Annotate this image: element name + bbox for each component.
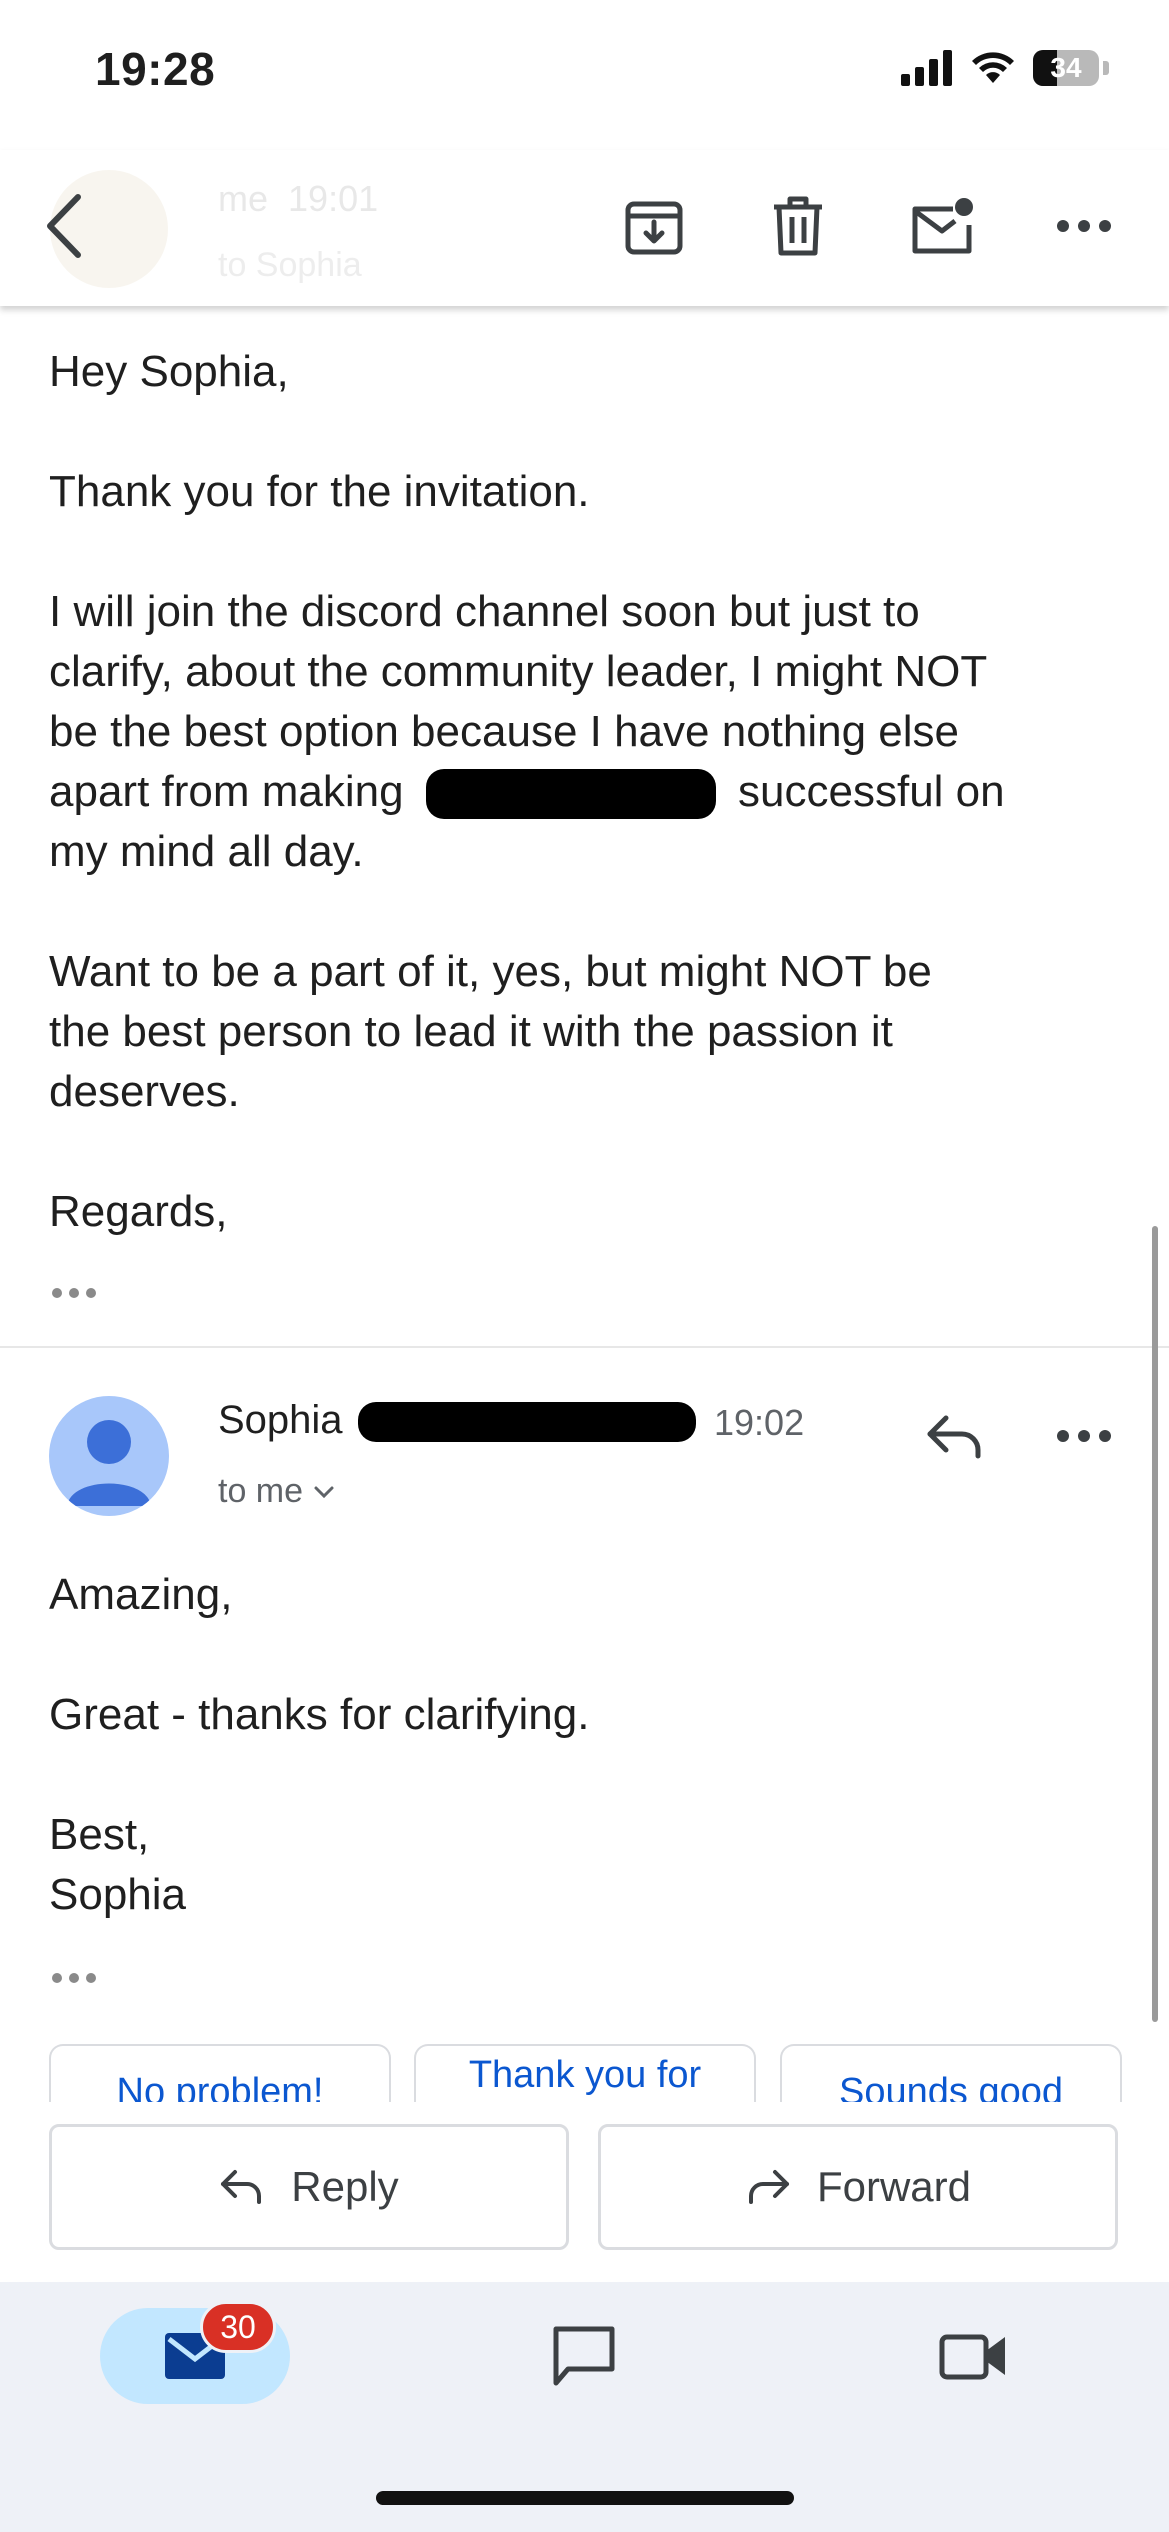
trash-icon bbox=[774, 196, 822, 256]
status-icons: 34 bbox=[901, 50, 1109, 86]
paragraph-line: be the best option because I have nothin… bbox=[49, 707, 960, 756]
smart-reply-chip[interactable]: Sounds good bbox=[780, 2044, 1122, 2102]
chat-icon bbox=[553, 2326, 615, 2386]
sender-name: Sophia bbox=[218, 1398, 696, 1443]
back-button[interactable] bbox=[28, 190, 100, 262]
message-body: Hey Sophia, Thank you for the invitation… bbox=[49, 342, 1129, 1242]
chevron-down-icon bbox=[314, 1486, 334, 1498]
signature: Sophia bbox=[49, 1870, 187, 1919]
message-more-button[interactable] bbox=[1048, 1410, 1120, 1462]
person-icon bbox=[67, 1420, 151, 1506]
nav-meet[interactable] bbox=[934, 2320, 1014, 2392]
reply-quick-button[interactable] bbox=[918, 1400, 990, 1472]
home-indicator[interactable] bbox=[376, 2491, 794, 2505]
redaction-mark bbox=[425, 769, 716, 820]
recipient-toggle[interactable]: to me bbox=[218, 1472, 335, 1511]
collapsed-recipient: to Sophia bbox=[218, 246, 362, 284]
battery-icon: 34 bbox=[1033, 50, 1099, 86]
avatar[interactable] bbox=[49, 1396, 169, 1516]
nav-chat[interactable] bbox=[544, 2320, 624, 2392]
paragraph-line: Want to be a part of it, yes, but might … bbox=[49, 947, 932, 996]
cellular-signal-icon bbox=[901, 50, 952, 86]
mark-unread-button[interactable] bbox=[906, 190, 978, 262]
message-toolbar: me 19:01 to Sophia bbox=[0, 150, 1169, 306]
greeting: Hey Sophia, bbox=[49, 347, 289, 396]
forward-icon bbox=[748, 2170, 789, 2204]
paragraph: Thank you for the invitation. bbox=[49, 467, 590, 516]
redaction-mark bbox=[357, 1402, 696, 1443]
smart-reply-chip[interactable]: Thank you for bbox=[414, 2044, 756, 2102]
divider bbox=[0, 1346, 1169, 1348]
paragraph-line: I will join the discord channel soon but… bbox=[49, 587, 920, 636]
more-options-button[interactable] bbox=[1048, 190, 1120, 262]
message-body: Amazing, Great - thanks for clarifying. … bbox=[49, 1565, 1129, 1925]
reply-button[interactable]: Reply bbox=[49, 2124, 569, 2250]
status-time: 19:28 bbox=[95, 43, 216, 95]
collapsed-sender: me 19:01 bbox=[218, 178, 379, 219]
paragraph: Great - thanks for clarifying. bbox=[49, 1690, 590, 1739]
archive-icon bbox=[625, 201, 683, 255]
greeting: Amazing, bbox=[49, 1570, 233, 1619]
show-trimmed-button[interactable] bbox=[52, 1283, 112, 1303]
unread-count-badge: 30 bbox=[200, 2301, 276, 2353]
back-arrow-icon bbox=[47, 194, 81, 258]
scrollbar[interactable] bbox=[1152, 1226, 1158, 2022]
show-trimmed-button[interactable] bbox=[52, 1968, 112, 1988]
forward-button[interactable]: Forward bbox=[598, 2124, 1118, 2250]
paragraph-line: the best person to lead it with the pass… bbox=[49, 1007, 893, 1056]
more-vert-icon bbox=[1057, 220, 1111, 232]
delete-button[interactable] bbox=[762, 190, 834, 262]
paragraph-line: apart from making successful on bbox=[49, 762, 1129, 822]
signoff: Best, bbox=[49, 1810, 150, 1859]
reply-icon bbox=[927, 1415, 981, 1459]
more-vert-icon bbox=[1057, 1430, 1111, 1442]
video-camera-icon bbox=[939, 2334, 1005, 2380]
reply-label: Reply bbox=[291, 2163, 399, 2210]
mark-unread-icon bbox=[912, 198, 973, 254]
paragraph-line: my mind all day. bbox=[49, 827, 364, 876]
message-time: 19:02 bbox=[714, 1402, 805, 1443]
forward-label: Forward bbox=[816, 2163, 972, 2210]
battery-level: 34 bbox=[1050, 52, 1082, 83]
reply-icon bbox=[221, 2170, 262, 2204]
smart-reply-chip[interactable]: No problem! bbox=[49, 2044, 391, 2102]
signoff: Regards, bbox=[49, 1187, 228, 1236]
archive-button[interactable] bbox=[618, 190, 690, 262]
paragraph-line: clarify, about the community leader, I m… bbox=[49, 647, 988, 696]
wifi-icon bbox=[972, 52, 1014, 83]
paragraph-line: deserves. bbox=[49, 1067, 240, 1116]
